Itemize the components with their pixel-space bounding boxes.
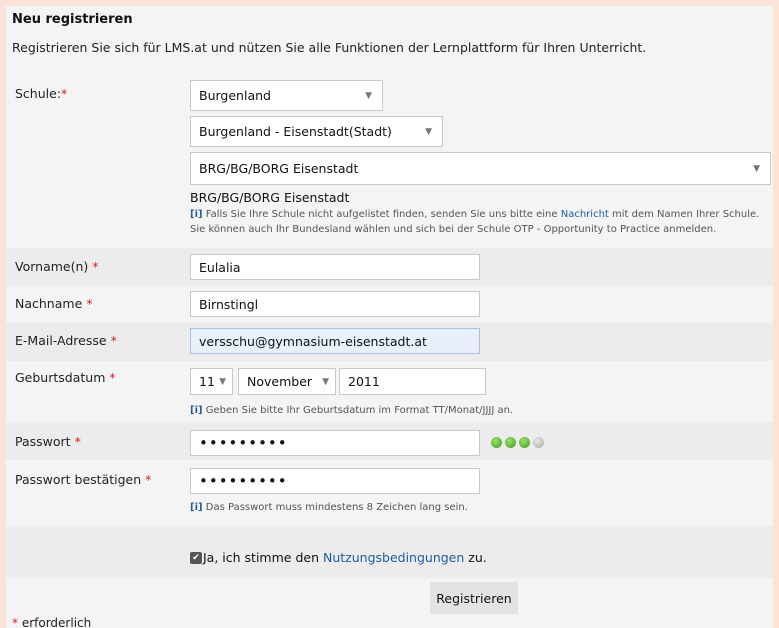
firstname-label: Vorname(n) *: [15, 259, 99, 274]
strength-dot: [519, 437, 530, 448]
state-select-value: Burgenland: [199, 88, 271, 103]
birth-day-value: 11: [199, 374, 215, 389]
info-icon: [i]: [190, 502, 203, 513]
page-title: Neu registrieren: [12, 12, 133, 27]
school-hint-line2: Sie können auch Ihr Bundesland wählen un…: [190, 224, 717, 235]
birthdate-hint: [i] Geben Sie bitte Ihr Geburtsdatum im …: [190, 403, 513, 418]
birthdate-hint-text: Geben Sie bitte Ihr Geburtsdatum im Form…: [205, 405, 514, 416]
password-confirm-label: Passwort bestätigen *: [15, 472, 152, 487]
district-select[interactable]: Burgenland - Eisenstadt(Stadt) ▼: [190, 116, 443, 147]
terms-prefix: Ja, ich stimme den: [203, 550, 319, 565]
password-strength-meter: [491, 437, 544, 448]
intro-text: Registrieren Sie sich für LMS.at und nüt…: [12, 40, 647, 55]
lastname-input[interactable]: Birnstingl: [190, 291, 480, 317]
school-select-value: BRG/BG/BORG Eisenstadt: [199, 161, 359, 176]
terms-link[interactable]: Nutzungsbedingungen: [323, 550, 464, 565]
terms-suffix: zu.: [468, 550, 487, 565]
school-hint-text: Falls Sie Ihre Schule nicht aufgelistet …: [205, 209, 558, 220]
lastname-label: Nachname *: [15, 296, 93, 311]
message-link[interactable]: Nachricht: [561, 209, 609, 220]
chevron-down-icon: ▼: [753, 163, 760, 174]
password-hint-text: Das Passwort muss mindestens 8 Zeichen l…: [205, 502, 468, 513]
birth-year-input[interactable]: 2011: [339, 368, 486, 395]
school-hint-text-2: mit dem Namen Ihrer Schule.: [612, 209, 760, 220]
info-icon: [i]: [190, 209, 203, 220]
info-icon: [i]: [190, 405, 203, 416]
strength-dot: [505, 437, 516, 448]
chevron-down-icon: ▼: [219, 376, 226, 387]
chevron-down-icon: ▼: [365, 90, 372, 101]
school-hint: [i] Falls Sie Ihre Schule nicht aufgelis…: [190, 207, 759, 237]
birth-day-select[interactable]: 11 ▼: [190, 368, 233, 395]
password-hint: [i] Das Passwort muss mindestens 8 Zeich…: [190, 500, 468, 515]
email-input[interactable]: versschu@gymnasium-eisenstadt.at: [190, 328, 480, 354]
school-label: Schule:*: [15, 86, 68, 101]
password-input[interactable]: •••••••••: [190, 430, 480, 456]
state-select[interactable]: Burgenland ▼: [190, 80, 383, 111]
selected-school-text: BRG/BG/BORG Eisenstadt: [190, 190, 350, 205]
terms-text: Ja, ich stimme den Nutzungsbedingungen z…: [203, 550, 487, 565]
district-select-value: Burgenland - Eisenstadt(Stadt): [199, 124, 392, 139]
birth-month-value: November: [247, 374, 313, 389]
firstname-input[interactable]: Eulalia: [190, 254, 480, 280]
registration-panel: Neu registrieren Registrieren Sie sich f…: [6, 6, 773, 628]
chevron-down-icon: ▼: [425, 126, 432, 137]
strength-dot: [533, 437, 544, 448]
password-confirm-input[interactable]: •••••••••: [190, 468, 480, 494]
birth-month-select[interactable]: November ▼: [238, 368, 336, 395]
school-select[interactable]: BRG/BG/BORG Eisenstadt ▼: [190, 152, 771, 185]
strength-dot: [491, 437, 502, 448]
required-note: * erforderlich: [12, 616, 92, 628]
email-label: E-Mail-Adresse *: [15, 333, 117, 348]
chevron-down-icon: ▼: [322, 376, 329, 387]
birthdate-label: Geburtsdatum *: [15, 370, 116, 385]
password-label: Passwort *: [15, 434, 81, 449]
terms-checkbox[interactable]: ✔: [190, 552, 202, 564]
register-button[interactable]: Registrieren: [430, 582, 518, 614]
